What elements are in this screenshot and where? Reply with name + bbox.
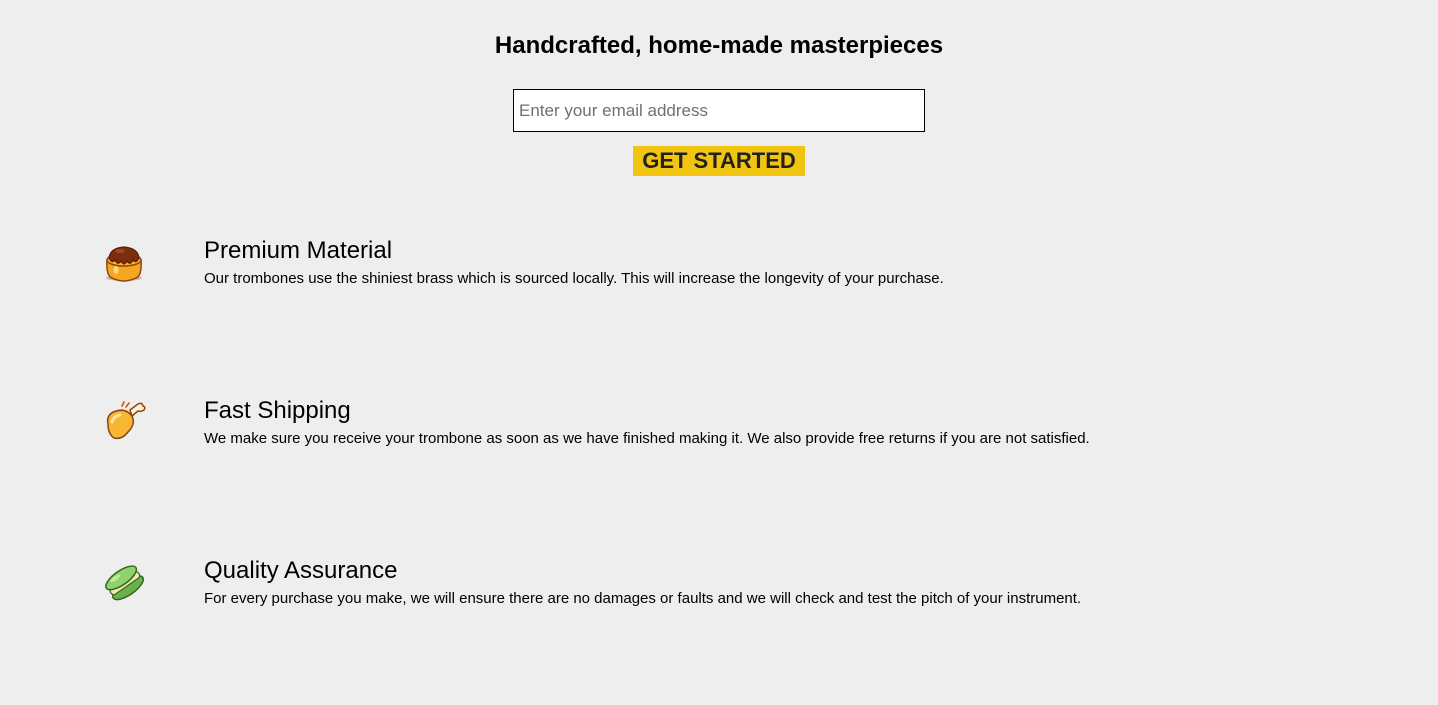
feature-premium-material: Premium Material Our trombones use the s… — [0, 230, 1438, 310]
feature-title: Premium Material — [204, 237, 393, 264]
feature-description: We make sure you receive your trombone a… — [204, 430, 1090, 447]
feature-title: Quality Assurance — [204, 557, 398, 584]
feature-fast-shipping: Fast Shipping We make sure you receive y… — [0, 390, 1438, 470]
pudding-icon — [106, 246, 142, 282]
get-started-button[interactable]: GET STARTED — [633, 146, 805, 176]
feature-title: Fast Shipping — [204, 397, 351, 424]
hero-title: Handcrafted, home-made masterpieces — [494, 32, 944, 59]
chicken-leg-icon — [106, 401, 146, 440]
email-input[interactable] — [513, 89, 925, 132]
feature-quality-assurance: Quality Assurance For every purchase you… — [0, 550, 1438, 630]
feature-description: Our trombones use the shiniest brass whi… — [204, 270, 944, 287]
feature-description: For every purchase you make, we will ens… — [204, 590, 1082, 607]
macaron-icon — [105, 565, 145, 601]
